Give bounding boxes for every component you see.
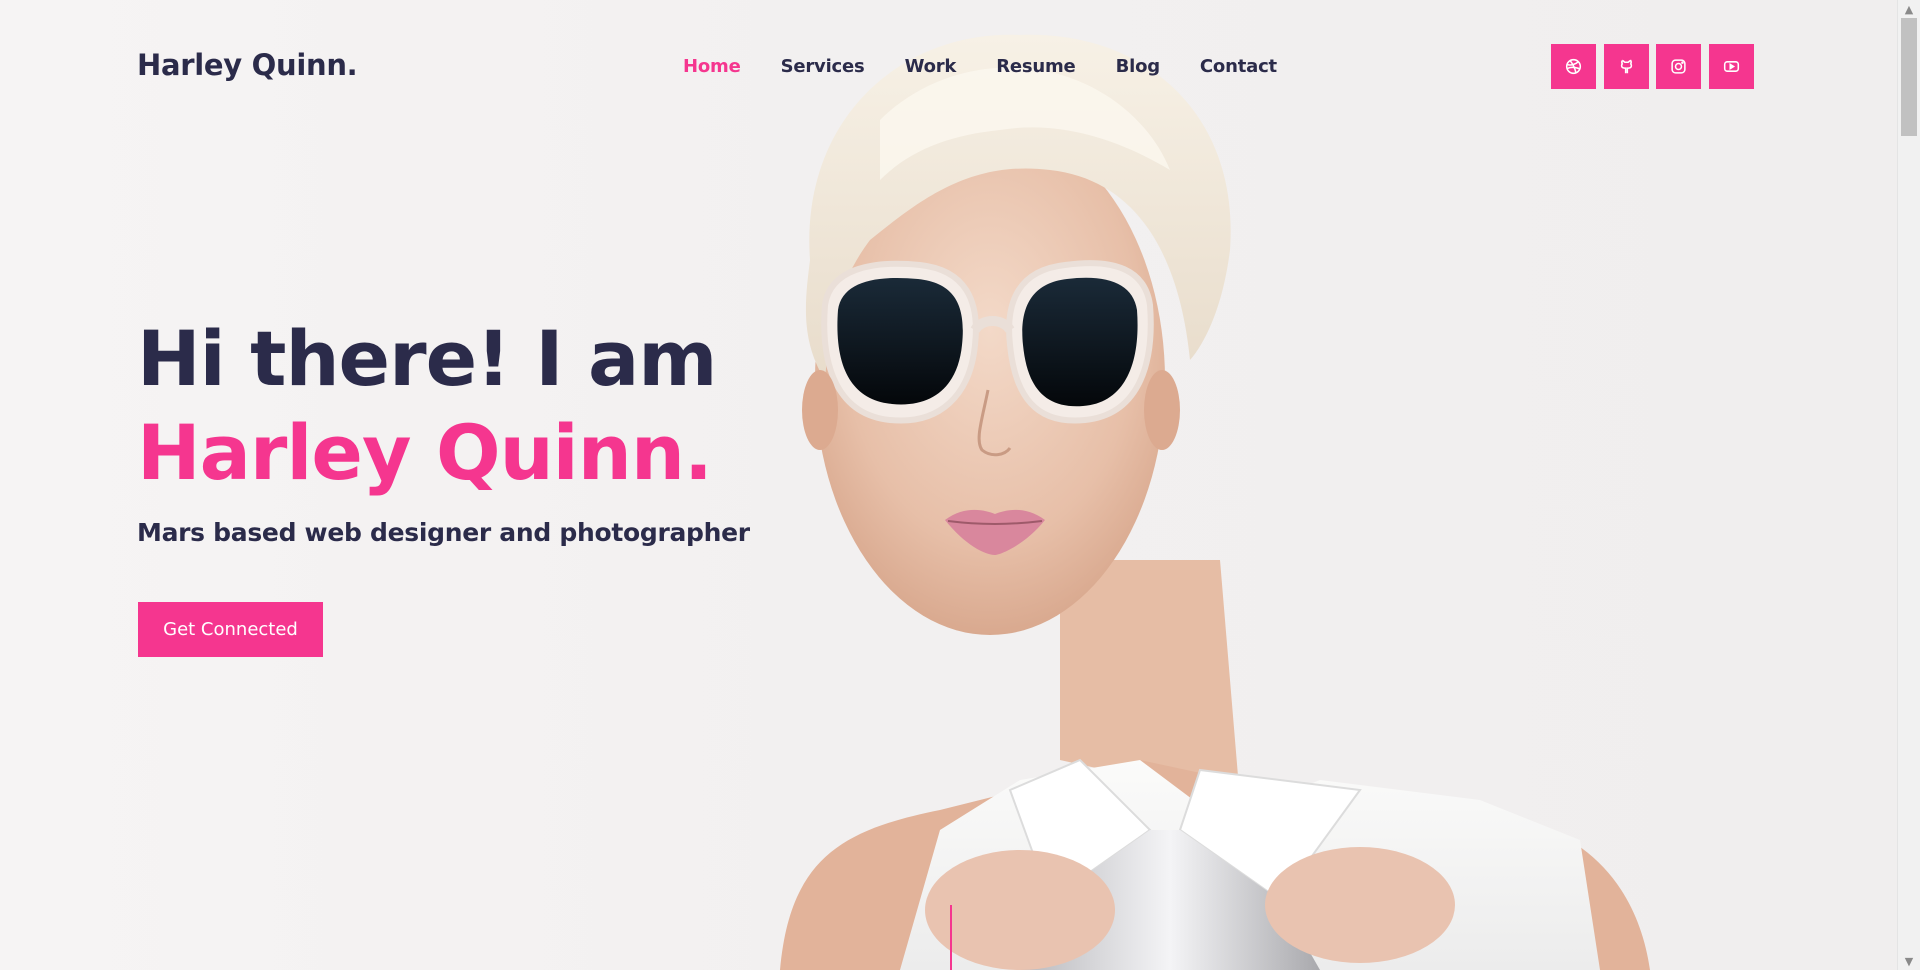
dribbble-icon (1565, 58, 1582, 75)
youtube-button[interactable] (1708, 44, 1754, 89)
github-icon (1620, 59, 1632, 74)
github-button[interactable] (1603, 44, 1649, 89)
scroll-up-arrow-icon[interactable]: ▲ (1898, 0, 1920, 18)
dribbble-button[interactable] (1551, 44, 1596, 89)
page: Harley Quinn. Home Services Work Resume … (0, 0, 1920, 970)
scrollbar-thumb[interactable] (1901, 18, 1917, 136)
instagram-button[interactable] (1656, 44, 1701, 89)
nav-item-contact[interactable]: Contact (1200, 56, 1277, 77)
scroll-indicator-line (950, 905, 952, 970)
page-scrollbar[interactable]: ▲ ▼ (1897, 0, 1920, 970)
site-logo[interactable]: Harley Quinn. (137, 48, 358, 82)
instagram-icon (1671, 59, 1686, 74)
nav-item-blog[interactable]: Blog (1116, 56, 1161, 77)
youtube-icon (1723, 61, 1739, 72)
hero-title: Hi there! I am Harley Quinn. (137, 312, 957, 500)
hero-title-prefix: Hi there! I am (137, 314, 717, 403)
scroll-down-arrow-icon[interactable]: ▼ (1898, 952, 1920, 970)
hero-title-name: Harley Quinn. (137, 408, 713, 497)
get-connected-button[interactable]: Get Connected (138, 602, 323, 657)
main-nav: Home Services Work Resume Blog Contact (683, 56, 1317, 77)
nav-item-services[interactable]: Services (781, 56, 865, 77)
hero-subtitle: Mars based web designer and photographer (137, 518, 750, 547)
nav-item-work[interactable]: Work (905, 56, 957, 77)
social-links (1551, 44, 1761, 89)
nav-item-resume[interactable]: Resume (996, 56, 1076, 77)
nav-item-home[interactable]: Home (683, 56, 741, 77)
